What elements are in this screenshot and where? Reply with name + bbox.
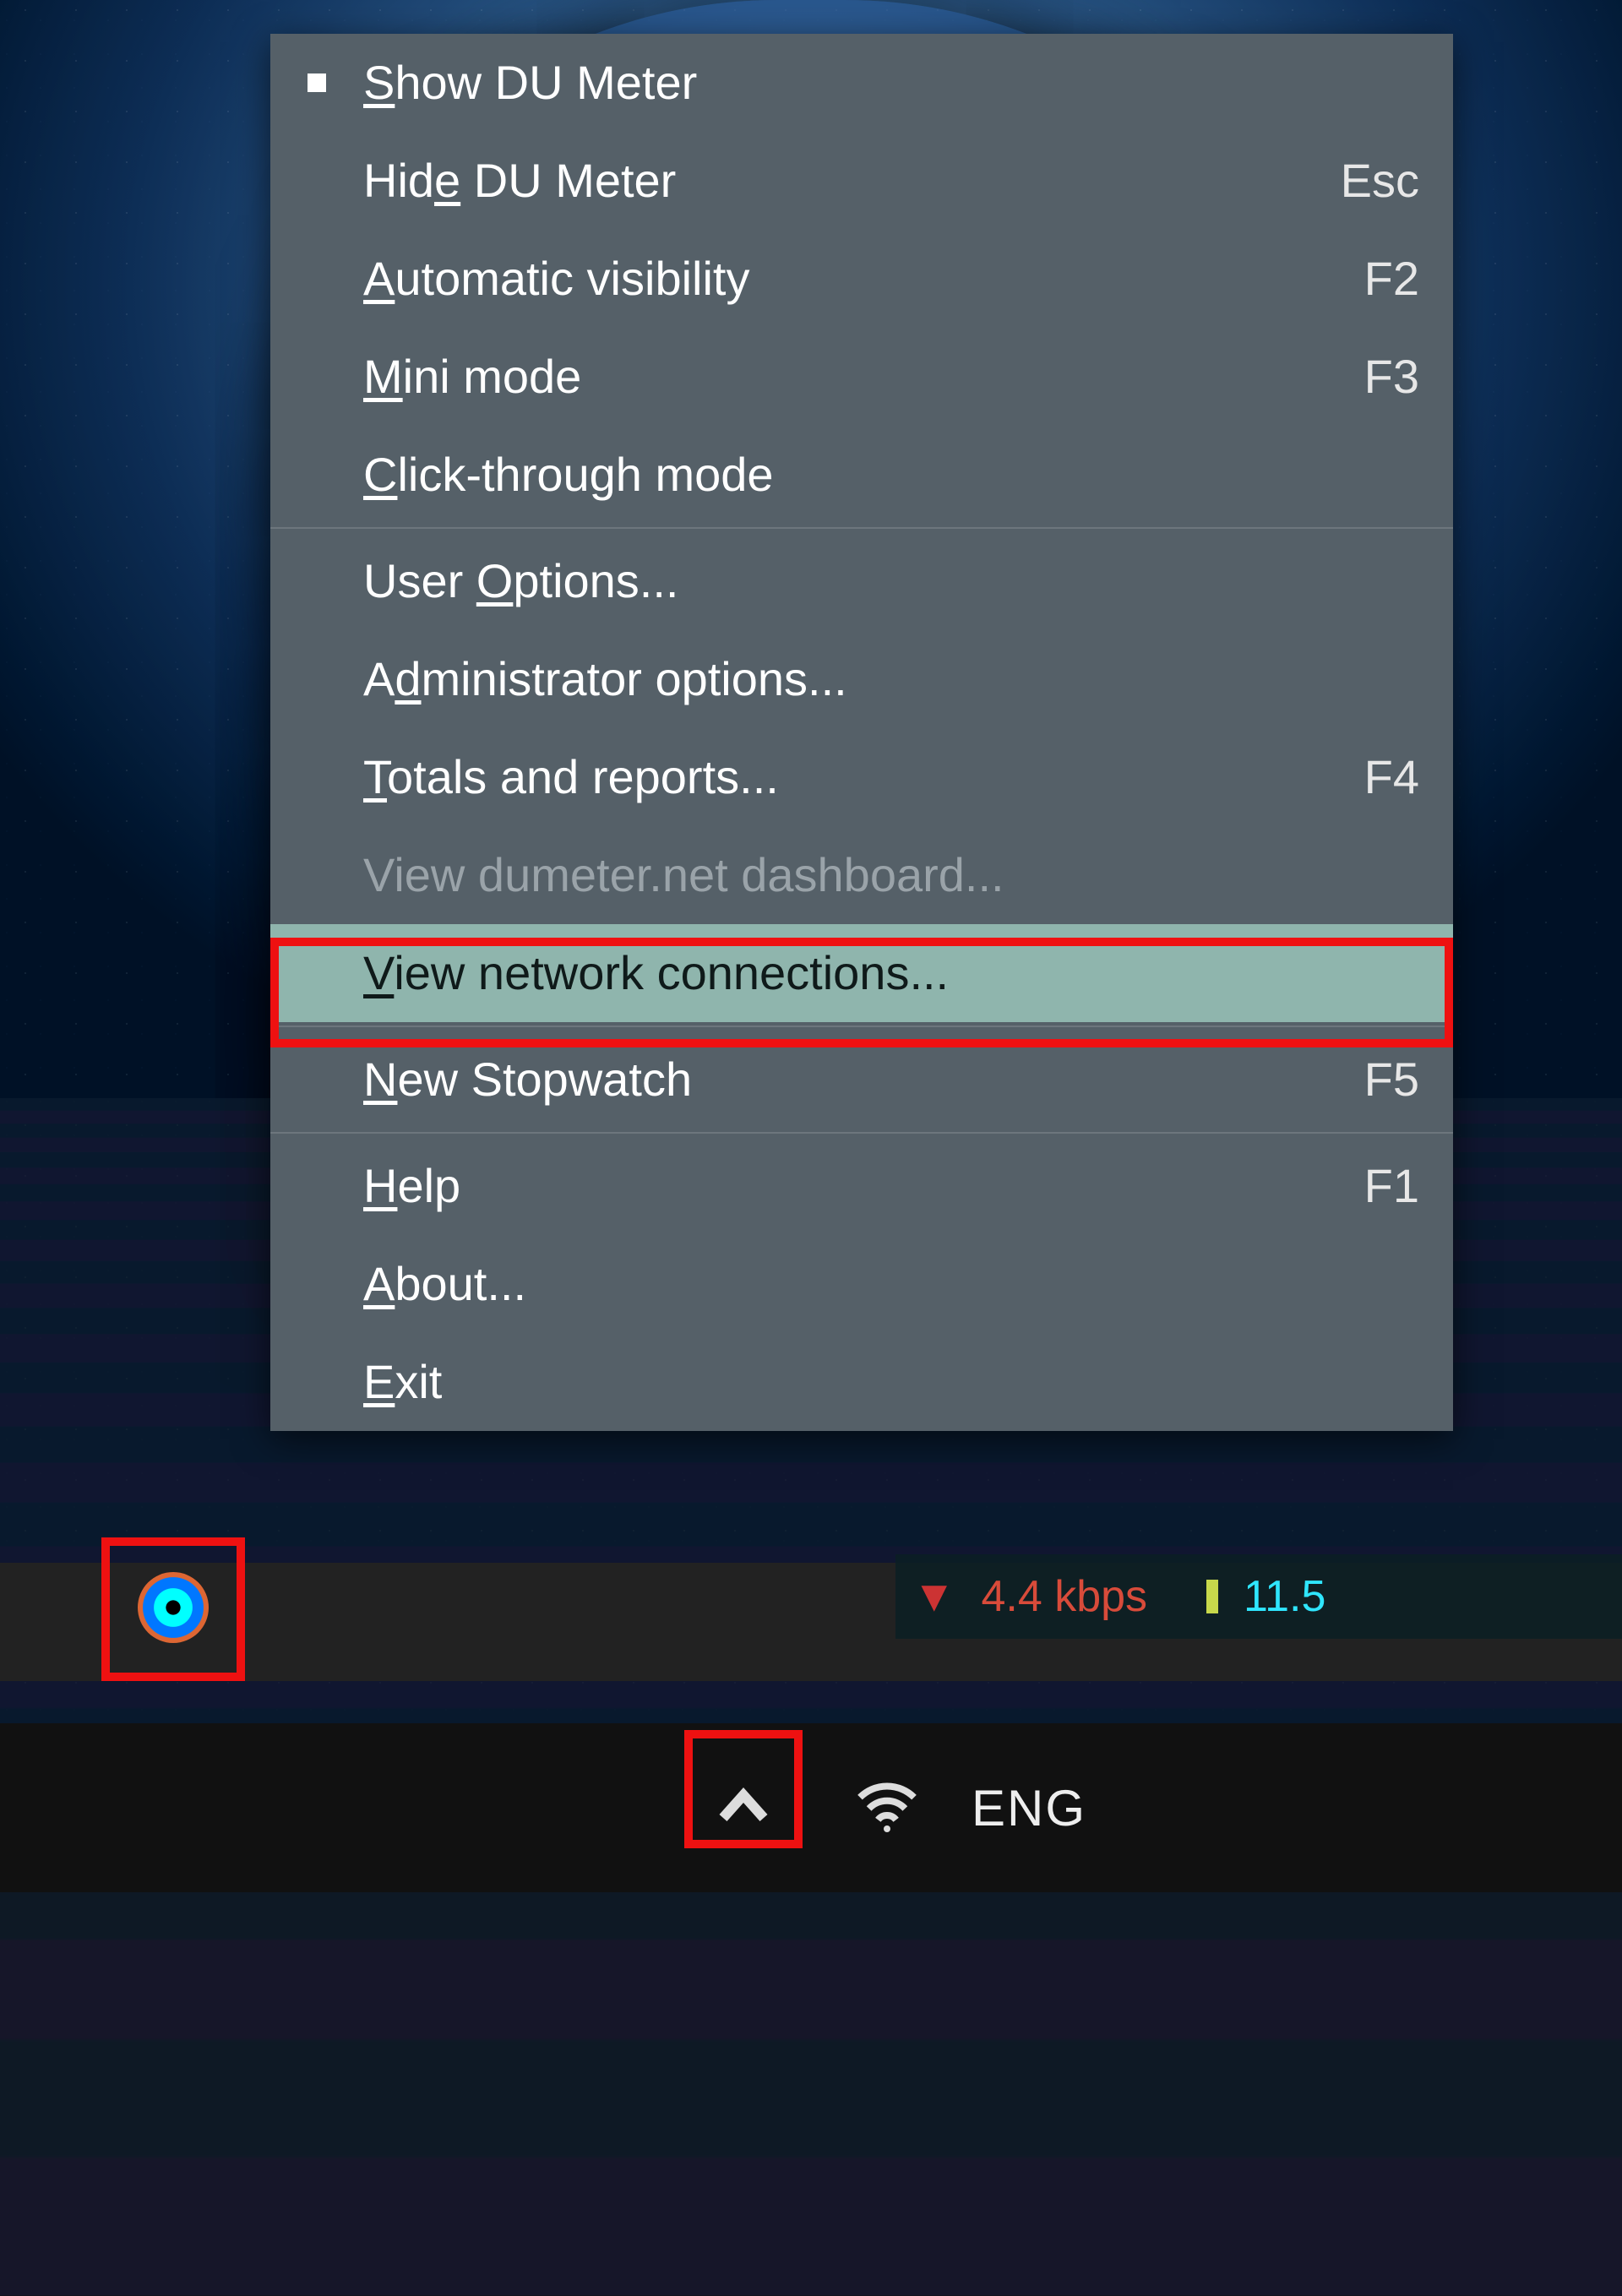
menu-item-label: Exit [363,1355,1419,1409]
download-arrow-icon: ▼ [912,1571,955,1622]
du-meter-tray-icon[interactable] [127,1561,220,1654]
upload-bar-icon [1206,1580,1218,1613]
menu-item-totals-and-reports[interactable]: Totals and reports...F4 [270,728,1453,826]
menu-item-accel: F1 [1364,1159,1419,1213]
wifi-tray-icon[interactable] [853,1768,921,1847]
upload-rate: 11.5 [1244,1571,1325,1622]
chevron-up-icon [718,1782,769,1833]
menu-item-administrator-options[interactable]: Administrator options... [270,630,1453,728]
eye-icon [138,1572,209,1643]
menu-item-hide-du-meter[interactable]: Hide DU MeterEsc [270,132,1453,230]
du-meter-widget[interactable]: ▼ 4.4 kbps 11.5 [895,1554,1622,1639]
menu-item-view-network-connections[interactable]: View network connections... [270,924,1453,1022]
menu-item-label: New Stopwatch [363,1053,1364,1107]
taskbar: ENG [0,1723,1622,1892]
wifi-icon [853,1768,921,1836]
menu-item-show-du-meter[interactable]: Show DU Meter [270,34,1453,132]
menu-item-about[interactable]: About... [270,1235,1453,1333]
menu-item-label: Click-through mode [363,448,1419,502]
menu-item-label: About... [363,1257,1419,1311]
menu-item-mini-mode[interactable]: Mini modeF3 [270,328,1453,426]
menu-item-click-through-mode[interactable]: Click-through mode [270,426,1453,524]
menu-item-label: Automatic visibility [363,252,1364,306]
menu-item-label: Mini mode [363,350,1364,404]
bullet-icon [308,73,326,92]
menu-item-view-dumeter-net-dashboard: View dumeter.net dashboard... [270,826,1453,924]
menu-item-user-options[interactable]: User Options... [270,532,1453,630]
context-menu: Show DU MeterHide DU MeterEscAutomatic v… [270,34,1453,1431]
menu-item-accel: F5 [1364,1053,1419,1107]
menu-item-label: Show DU Meter [363,56,1419,110]
menu-item-new-stopwatch[interactable]: New StopwatchF5 [270,1031,1453,1129]
menu-item-label: Hide DU Meter [363,154,1341,208]
menu-item-label: Totals and reports... [363,750,1364,804]
menu-item-accel: F3 [1364,350,1419,404]
menu-item-accel: Esc [1341,154,1419,208]
download-rate: 4.4 kbps [981,1571,1147,1622]
menu-item-label: Administrator options... [363,652,1419,706]
menu-item-label: Help [363,1159,1364,1213]
menu-item-help[interactable]: HelpF1 [270,1137,1453,1235]
menu-item-label: View network connections... [363,946,1419,1000]
language-indicator[interactable]: ENG [972,1779,1086,1837]
menu-item-label: User Options... [363,554,1419,608]
menu-item-label: View dumeter.net dashboard... [363,848,1419,902]
menu-item-exit[interactable]: Exit [270,1333,1453,1431]
menu-item-automatic-visibility[interactable]: Automatic visibilityF2 [270,230,1453,328]
menu-item-accel: F2 [1364,252,1419,306]
menu-item-check [270,73,363,92]
show-hidden-icons-button[interactable] [693,1757,794,1858]
menu-item-accel: F4 [1364,750,1419,804]
